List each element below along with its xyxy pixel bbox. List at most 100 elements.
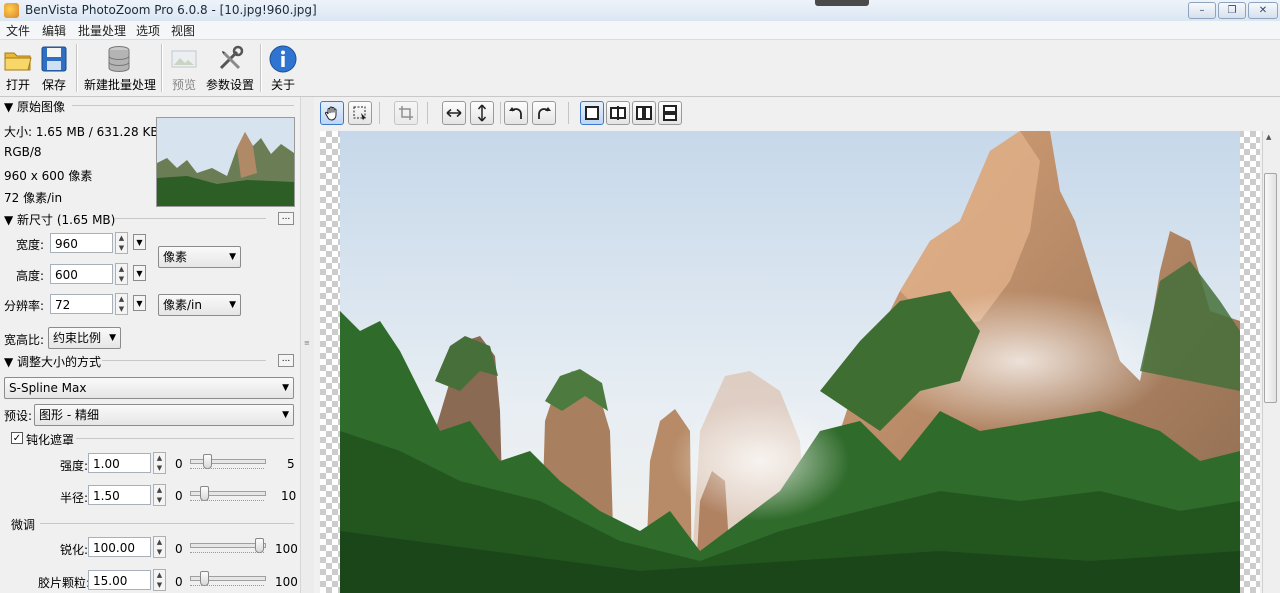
slider-ticks	[190, 552, 264, 556]
original-resolution: 72 像素/in	[4, 191, 63, 205]
side-by-side-button[interactable]	[632, 101, 656, 125]
preview-button[interactable]: 预览	[168, 40, 200, 95]
sharpen-min: 0	[175, 542, 183, 556]
preset-select[interactable]: 图形 - 精细 ▼	[34, 404, 294, 426]
resize-method-select[interactable]: S-Spline Max ▼	[4, 377, 294, 399]
resolution-menu-button[interactable]: ▼	[133, 295, 146, 311]
new-batch-label: 新建批量处理	[84, 78, 157, 92]
rotate-left-button[interactable]	[504, 101, 528, 125]
width-spinner[interactable]: ▲ ▼	[115, 232, 128, 254]
grain-spinner[interactable]: ▲ ▼	[153, 569, 166, 591]
maximize-button[interactable]: ❐	[1218, 2, 1246, 19]
resolution-unit-select[interactable]: 像素/in ▼	[158, 294, 241, 316]
floppy-disk-icon	[41, 46, 67, 72]
grain-min: 0	[175, 575, 183, 589]
resize-method-value: S-Spline Max	[9, 381, 87, 395]
original-mode: RGB/8	[4, 145, 42, 159]
radius-max: 10	[281, 489, 297, 503]
new-size-header[interactable]: ▼ 新尺寸 (1.65 MB)	[4, 211, 115, 228]
grain-slider-thumb[interactable]	[200, 571, 209, 586]
aspect-select[interactable]: 约束比例 ▼	[48, 327, 121, 349]
settings-button[interactable]: 参数设置	[205, 40, 255, 95]
resize-more-button[interactable]: ...	[278, 354, 294, 367]
original-dimensions: 960 x 600 像素	[4, 169, 93, 183]
scrollbar-thumb[interactable]	[1264, 173, 1277, 403]
height-spinner[interactable]: ▲ ▼	[115, 263, 128, 285]
select-rect-icon	[353, 106, 366, 121]
sharpen-input[interactable]: 100.00	[88, 537, 151, 557]
panel-splitter[interactable]: ≡	[300, 97, 314, 593]
rotate-right-icon	[538, 107, 551, 119]
height-label: 高度:	[16, 269, 45, 283]
radius-spinner[interactable]: ▲ ▼	[153, 484, 166, 506]
caption-grip	[815, 0, 869, 6]
flip-horizontal-icon	[446, 108, 462, 118]
save-label: 保存	[41, 78, 66, 92]
width-input[interactable]: 960	[50, 233, 113, 253]
strength-spinner[interactable]: ▲ ▼	[153, 452, 166, 474]
radius-slider[interactable]	[190, 486, 266, 504]
sharpen-spinner[interactable]: ▲ ▼	[153, 536, 166, 558]
about-button[interactable]: 关于	[267, 40, 299, 95]
resolution-spinner[interactable]: ▲ ▼	[115, 293, 128, 315]
open-label: 打开	[5, 78, 30, 92]
hand-tool-button[interactable]	[320, 101, 344, 125]
resize-method-header[interactable]: ▼ 调整大小的方式	[4, 353, 101, 370]
rotate-right-button[interactable]	[532, 101, 556, 125]
width-menu-button[interactable]: ▼	[133, 234, 146, 250]
menu-options[interactable]: 选项	[136, 22, 160, 39]
new-size-more-button[interactable]: ...	[278, 212, 294, 225]
height-menu-button[interactable]: ▼	[133, 265, 146, 281]
flip-vertical-icon	[477, 104, 487, 122]
original-image-header[interactable]: ▼ 原始图像	[4, 98, 65, 115]
menu-batch[interactable]: 批量处理	[78, 22, 126, 39]
info-icon	[269, 45, 297, 73]
hand-tool-icon	[325, 106, 337, 121]
single-view-button[interactable]	[580, 101, 604, 125]
sharpen-slider[interactable]	[190, 538, 266, 556]
radius-min: 0	[175, 489, 183, 503]
slider-ticks	[190, 585, 264, 589]
divider	[76, 438, 294, 439]
size-unit-select[interactable]: 像素 ▼	[158, 246, 241, 268]
width-label: 宽度:	[16, 238, 45, 252]
strength-slider-thumb[interactable]	[203, 454, 212, 469]
split-view-button[interactable]	[606, 101, 630, 125]
menu-view[interactable]: 视图	[171, 22, 195, 39]
window-title: BenVista PhotoZoom Pro 6.0.8 - [10.jpg!9…	[25, 3, 317, 17]
toolbar-separator	[76, 44, 78, 92]
open-button[interactable]: 打开	[2, 40, 34, 95]
menu-file[interactable]: 文件	[6, 22, 30, 39]
scroll-up-icon[interactable]: ▲	[1266, 133, 1271, 141]
new-batch-button[interactable]: 新建批量处理	[84, 40, 157, 95]
strength-slider[interactable]	[190, 454, 266, 472]
minimize-button[interactable]: –	[1188, 2, 1216, 19]
preview-image[interactable]	[340, 131, 1240, 593]
radius-input[interactable]: 1.50	[88, 485, 151, 505]
unsharp-checkbox[interactable]: ✓	[11, 432, 23, 444]
flip-vertical-button[interactable]	[470, 101, 494, 125]
crop-icon	[399, 106, 413, 120]
close-button[interactable]: ✕	[1248, 2, 1278, 19]
radius-slider-thumb[interactable]	[200, 486, 209, 501]
resolution-input[interactable]: 72	[50, 294, 113, 314]
crop-button[interactable]	[394, 101, 418, 125]
strength-input[interactable]: 1.00	[88, 453, 151, 473]
settings-panel: ▼ 原始图像 大小: 1.65 MB / 631.28 KB RGB/8 960…	[0, 97, 300, 593]
settings-label: 参数设置	[205, 78, 254, 92]
select-tool-button[interactable]	[348, 101, 372, 125]
original-size: 大小: 1.65 MB / 631.28 KB	[4, 125, 159, 139]
flip-horizontal-button[interactable]	[442, 101, 466, 125]
preview-label: 预览	[171, 78, 196, 92]
toolbar-separator	[379, 102, 380, 124]
grain-input[interactable]: 15.00	[88, 570, 151, 590]
save-button[interactable]: 保存	[38, 40, 70, 95]
grain-slider[interactable]	[190, 571, 266, 589]
menu-edit[interactable]: 编辑	[42, 22, 66, 39]
stacked-view-button[interactable]	[658, 101, 682, 125]
sharpen-slider-thumb[interactable]	[255, 538, 264, 553]
rotate-left-icon	[509, 107, 522, 119]
divider	[102, 360, 266, 361]
landscape-photo	[340, 131, 1240, 593]
height-input[interactable]: 600	[50, 264, 113, 284]
